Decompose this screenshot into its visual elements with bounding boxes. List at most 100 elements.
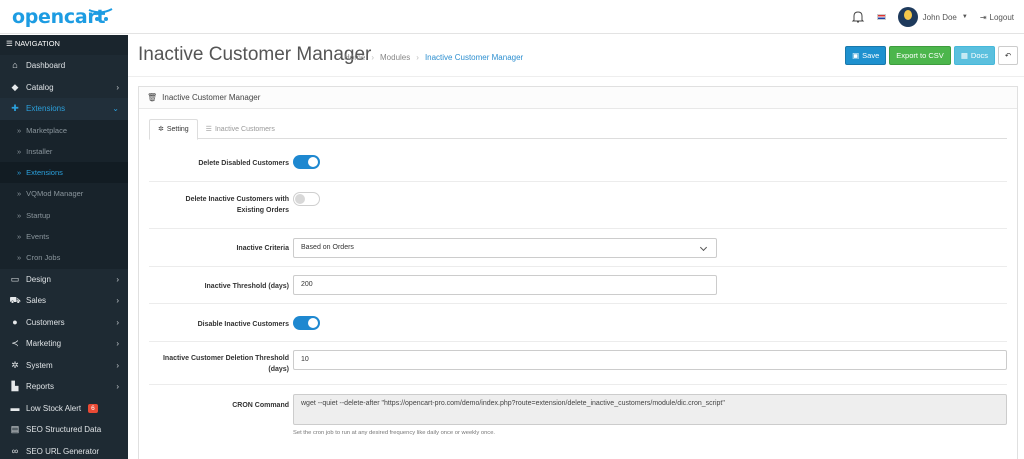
book-icon: ▦ [960,51,968,60]
breadcrumb-current[interactable]: Inactive Customer Manager [425,53,523,62]
bar-chart-icon: ▙ [11,381,19,392]
delete-inactive-orders-label: Delete Inactive Customers with Existing O… [185,196,289,214]
monitor-icon: ▭ [10,273,20,284]
cron-command-textarea[interactable]: wget --quiet --delete-after "https://ope… [293,394,1007,425]
page-header: Inactive Customer Manager Home › Modules… [128,35,1024,77]
chevron-down-icon: ▼ [961,14,968,20]
deletion-threshold-input[interactable]: 10 [293,350,1007,370]
logout-label: Logout [989,12,1014,22]
row-delete-disabled: Delete Disabled Customers [149,143,1007,182]
navigation-title[interactable]: ☰ NAVIGATION [0,35,128,55]
chevron-right-icon: › [116,296,119,306]
sidebar-sub-marketplace[interactable]: » Marketplace [0,119,128,141]
cron-help-text: Set the cron job to run at any desired f… [293,430,496,436]
delete-disabled-label: Delete Disabled Customers [198,160,289,167]
sidebar-item-system[interactable]: ✲ System › [0,355,128,377]
list-icon: ☰ [205,125,212,133]
sidebar-sub-startup[interactable]: » Startup [0,204,128,226]
gear-icon: ✲ [11,359,19,370]
inactive-threshold-input[interactable]: 200 [293,275,717,295]
cart-icon: ⛟ [9,295,21,306]
tag-icon: ◆ [11,81,19,92]
ticket-icon: ▬ [10,402,20,413]
delete-inactive-orders-toggle[interactable] [293,192,320,206]
share-icon: ≺ [11,338,19,349]
panel-heading: 🗑 Inactive Customer Manager [139,87,1017,109]
low-stock-badge: 6 [88,403,98,413]
sidebar-item-low-stock-alert[interactable]: ▬ Low Stock Alert 6 [0,398,128,420]
disable-inactive-toggle[interactable] [293,316,320,330]
delete-disabled-toggle[interactable] [293,155,320,169]
action-buttons: ▣ Save Export to CSV ▦ Docs ↶ [845,46,1018,65]
chevron-right-icon: › [116,274,119,284]
export-csv-button[interactable]: Export to CSV [889,46,951,65]
breadcrumb: Home › Modules › Inactive Customer Manag… [344,53,523,62]
inactive-criteria-label: Inactive Criteria [236,245,289,252]
deletion-threshold-label: Inactive Customer Deletion Threshold (day… [162,355,289,373]
sidebar-item-catalog[interactable]: ◆ Catalog › [0,77,128,99]
gear-icon: ✲ [158,126,164,133]
row-delete-inactive-orders: Delete Inactive Customers with Existing O… [149,182,1007,229]
cart-logo-icon [88,8,113,21]
user-name: John Doe [922,12,957,22]
panel-title: Inactive Customer Manager [162,92,261,102]
chevron-right-icon: › [116,82,119,92]
sidebar-sub-installer[interactable]: » Installer [0,140,128,163]
sign-out-icon: ⇥ [979,12,987,22]
row-inactive-criteria: Inactive Criteria Based on Orders [149,229,1007,267]
logout-link[interactable]: ⇥ Logout [980,13,1014,22]
avatar [897,7,918,27]
sidebar-sub-vqmod[interactable]: » VQMod Manager [0,183,128,205]
chevron-right-icon: › [116,382,119,392]
top-header: opencart John Doe ▼ ⇥ Logout [0,0,1024,34]
inactive-criteria-select[interactable]: Based on Orders [293,238,717,258]
sidebar: ☰ NAVIGATION ⌂ Dashboard ◆ Catalog › ✚ Exten… [0,35,128,459]
puzzle-icon: ✚ [11,103,19,113]
chevron-right-icon: › [116,317,119,327]
row-deletion-threshold: Inactive Customer Deletion Threshold (day… [149,342,1007,385]
sidebar-item-customers[interactable]: ● Customers › [0,312,128,334]
save-icon: ▣ [852,51,860,60]
settings-panel: 🗑 Inactive Customer Manager ✲ Setting ☰ In… [138,86,1018,459]
cron-command-label: CRON Command [232,402,289,409]
sidebar-item-dashboard[interactable]: ⌂ Dashboard [0,55,128,77]
card-icon: ▤ [10,424,20,435]
back-button[interactable]: ↶ [998,46,1018,65]
sidebar-sub-extensions[interactable]: » Extensions [0,162,128,184]
page-title: Inactive Customer Manager [138,44,372,65]
docs-button[interactable]: ▦ Docs [953,46,995,65]
save-button[interactable]: ▣ Save [845,46,887,65]
trash-icon: 🗑 [147,92,158,102]
row-cron-command: CRON Command wget --quiet --delete-after… [149,385,1007,445]
bell-icon[interactable] [851,10,865,24]
sidebar-item-seo-structured-data[interactable]: ▤ SEO Structured Data [0,419,128,441]
tab-setting[interactable]: ✲ Setting [149,119,198,140]
breadcrumb-separator: › [371,53,375,62]
user-menu[interactable]: John Doe ▼ [897,7,968,27]
user-icon: ● [12,316,18,327]
sidebar-item-reports[interactable]: ▙ Reports › [0,376,128,398]
reply-arrow-icon: ↶ [1004,51,1012,60]
home-icon: ⌂ [12,60,18,70]
chevron-right-icon: › [116,339,119,349]
row-disable-inactive: Disable Inactive Customers [149,304,1007,342]
disable-inactive-label: Disable Inactive Customers [197,321,289,328]
breadcrumb-home[interactable]: Home [344,53,365,62]
sidebar-item-sales[interactable]: ⛟ Sales › [0,290,128,312]
tab-bar: ✲ Setting ☰ Inactive Customers [149,119,1007,140]
chevron-right-icon: › [116,360,119,370]
sidebar-item-design[interactable]: ▭ Design › [0,269,128,291]
inactive-threshold-label: Inactive Threshold (days) [204,283,289,290]
sidebar-item-seo-url-generator[interactable]: ∞ SEO URL Generator [0,441,128,459]
tab-inactive-customers[interactable]: ☰ Inactive Customers [198,119,283,139]
breadcrumb-modules[interactable]: Modules [380,53,410,62]
row-inactive-threshold: Inactive Threshold (days) 200 [149,267,1007,304]
breadcrumb-separator: › [416,53,419,62]
main-content: Inactive Customer Manager Home › Modules… [128,35,1024,459]
sidebar-item-marketing[interactable]: ≺ Marketing › [0,333,128,355]
sidebar-sub-events[interactable]: » Events [0,225,128,248]
sidebar-item-extensions[interactable]: ✚ Extensions ⌄ [0,98,128,120]
link-icon: ∞ [11,445,19,456]
language-flag-icon[interactable] [876,14,886,20]
sidebar-sub-cron-jobs[interactable]: » Cron Jobs [0,247,128,269]
